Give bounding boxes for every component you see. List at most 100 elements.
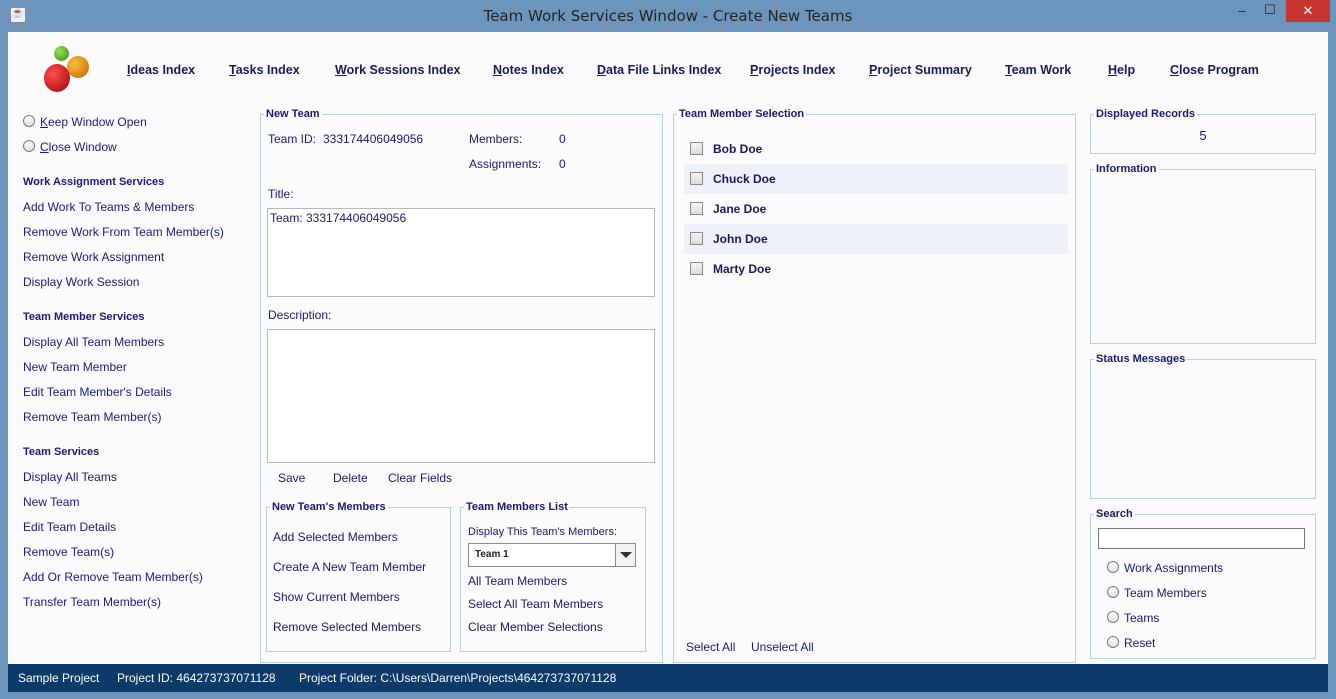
members-count: 0 <box>559 132 566 146</box>
team-id-label: Team ID: <box>268 132 317 146</box>
search-radio[interactable] <box>1107 636 1119 648</box>
keep-window-open-label[interactable]: Keep Window Open <box>40 115 147 129</box>
member-row[interactable]: Marty Doe <box>684 254 1068 284</box>
sidebar-item[interactable]: Display Work Session <box>23 275 139 289</box>
search-option-label[interactable]: Reset <box>1124 636 1155 650</box>
team-member-selection-legend: Team Member Selection <box>677 108 807 120</box>
search-option-label[interactable]: Teams <box>1124 611 1159 625</box>
member-checkbox[interactable] <box>690 262 703 275</box>
nav-project-summary[interactable]: Project Summary <box>869 63 972 77</box>
search-legend: Search <box>1094 508 1135 520</box>
team-members-list-legend: Team Members List <box>464 501 570 513</box>
nav-projects-index[interactable]: Projects Index <box>750 63 835 77</box>
member-row[interactable]: John Doe <box>684 224 1068 254</box>
all-team-members-link[interactable]: All Team Members <box>468 574 567 588</box>
nav-help[interactable]: Help <box>1108 63 1135 77</box>
description-textarea[interactable] <box>267 329 655 463</box>
sidebar-item[interactable]: Remove Team(s) <box>23 545 114 559</box>
nav-tasks-index[interactable]: Tasks Index <box>229 63 300 77</box>
member-row[interactable]: Bob Doe <box>684 134 1068 164</box>
display-team-label: Display This Team's Members: <box>468 526 618 538</box>
close-window-button[interactable]: ✕ <box>1286 0 1330 22</box>
nav-work-sessions-index[interactable]: Work Sessions Index <box>335 63 461 77</box>
member-checkbox[interactable] <box>690 142 703 155</box>
sidebar-item[interactable]: Remove Work Assignment <box>23 250 164 264</box>
project-id: Project ID: 464273737071128 <box>117 671 276 685</box>
displayed-records-count: 5 <box>1199 128 1207 143</box>
sidebar-item[interactable]: Add Work To Teams & Members <box>23 200 194 214</box>
member-checkbox[interactable] <box>690 172 703 185</box>
search-radio[interactable] <box>1107 561 1119 573</box>
members-label: Members: <box>469 132 523 146</box>
sidebar-item[interactable]: Display All Team Members <box>23 335 164 349</box>
nav-ideas-index[interactable]: Ideas Index <box>127 63 195 77</box>
project-folder: Project Folder: C:\Users\Darren\Projects… <box>299 671 617 685</box>
window-title: Team Work Services Window - Create New T… <box>483 7 853 25</box>
nav-data-file-links-index[interactable]: Data File Links Index <box>597 63 721 77</box>
show-current-members-link[interactable]: Show Current Members <box>273 590 400 604</box>
clear-fields-button[interactable]: Clear Fields <box>388 471 452 485</box>
status-messages-panel <box>1090 359 1316 499</box>
search-option-label[interactable]: Team Members <box>1124 586 1207 600</box>
select-all-button[interactable]: Select All <box>686 640 735 654</box>
sidebar-item[interactable]: New Team Member <box>23 360 127 374</box>
new-team-legend: New Team <box>264 108 322 120</box>
project-name: Sample Project <box>18 671 100 685</box>
team-select-value: Team 1 <box>475 549 509 560</box>
save-button[interactable]: Save <box>278 471 305 485</box>
create-team-member-link[interactable]: Create A New Team Member <box>273 560 426 574</box>
close-window-radio[interactable] <box>23 140 35 152</box>
assignments-label: Assignments: <box>469 157 542 171</box>
member-name: Marty Doe <box>713 262 772 276</box>
sidebar-item[interactable]: Edit Team Details <box>23 520 116 534</box>
assignments-count: 0 <box>559 157 566 171</box>
chevron-down-icon[interactable] <box>615 544 635 566</box>
close-window-label[interactable]: Close Window <box>40 140 117 154</box>
status-bar: Sample Project Project ID: 4642737370711… <box>8 664 1328 692</box>
information-panel <box>1090 169 1316 344</box>
title-label: Title: <box>268 187 294 201</box>
member-name: John Doe <box>713 232 768 246</box>
new-team-members-legend: New Team's Members <box>270 501 388 513</box>
keep-window-open-radio[interactable] <box>23 115 35 127</box>
member-row[interactable]: Jane Doe <box>684 194 1068 224</box>
sidebar-item[interactable]: Transfer Team Member(s) <box>23 595 161 609</box>
minimize-button[interactable]: – <box>1229 3 1255 25</box>
member-row[interactable]: Chuck Doe <box>684 164 1068 194</box>
search-radio[interactable] <box>1107 586 1119 598</box>
status-messages-legend: Status Messages <box>1094 353 1188 365</box>
displayed-records-legend: Displayed Records <box>1094 108 1198 120</box>
information-legend: Information <box>1094 163 1159 175</box>
team-select-dropdown[interactable]: Team 1 <box>468 543 636 567</box>
member-name: Chuck Doe <box>713 172 776 186</box>
title-bar: ☕ Team Work Services Window - Create New… <box>0 0 1336 32</box>
clear-member-selections-link[interactable]: Clear Member Selections <box>468 620 603 634</box>
search-radio[interactable] <box>1107 611 1119 623</box>
remove-selected-members-link[interactable]: Remove Selected Members <box>273 620 421 634</box>
search-option-label[interactable]: Work Assignments <box>1124 561 1223 575</box>
select-all-team-members-link[interactable]: Select All Team Members <box>468 597 603 611</box>
sidebar-item[interactable]: Add Or Remove Team Member(s) <box>23 570 203 584</box>
description-label: Description: <box>268 308 332 322</box>
section-title: Team Services <box>23 446 100 458</box>
nav-notes-index[interactable]: Notes Index <box>493 63 564 77</box>
search-input[interactable] <box>1098 528 1305 549</box>
team-id-value: 333174406049056 <box>323 132 424 146</box>
nav-close-program[interactable]: Close Program <box>1170 63 1259 77</box>
sidebar-item[interactable]: Edit Team Member's Details <box>23 385 172 399</box>
add-selected-members-link[interactable]: Add Selected Members <box>273 530 398 544</box>
app-logo <box>42 46 92 96</box>
member-checkbox[interactable] <box>690 202 703 215</box>
nav-team-work[interactable]: Team Work <box>1005 63 1071 77</box>
unselect-all-button[interactable]: Unselect All <box>751 640 814 654</box>
member-name: Bob Doe <box>713 142 763 156</box>
sidebar-item[interactable]: Remove Team Member(s) <box>23 410 161 424</box>
delete-button[interactable]: Delete <box>333 471 368 485</box>
maximize-button[interactable]: ☐ <box>1257 2 1283 24</box>
sidebar-item[interactable]: Display All Teams <box>23 470 117 484</box>
title-textarea[interactable]: Team: 333174406049056 <box>267 208 655 297</box>
member-checkbox[interactable] <box>690 232 703 245</box>
sidebar-item[interactable]: Remove Work From Team Member(s) <box>23 225 224 239</box>
member-name: Jane Doe <box>713 202 767 216</box>
sidebar-item[interactable]: New Team <box>23 495 79 509</box>
